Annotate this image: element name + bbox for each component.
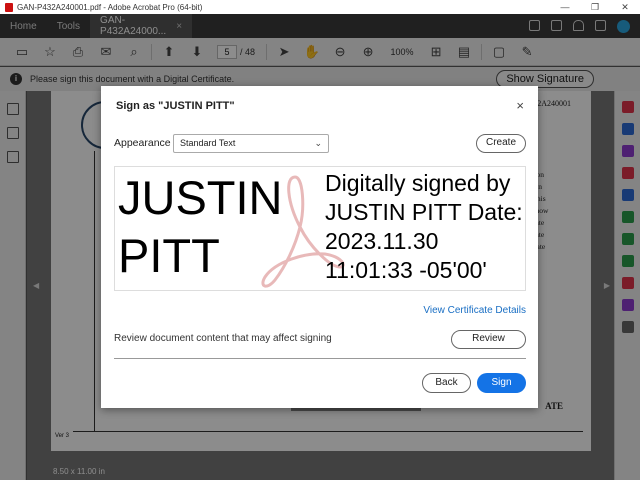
chevron-down-icon: ⌄ bbox=[314, 138, 322, 148]
signature-preview: JUSTIN PITT Digitally signed by JUSTIN P… bbox=[114, 166, 526, 291]
title-bar: GAN-P432A240001.pdf - Adobe Acrobat Pro … bbox=[0, 0, 640, 14]
appearance-label: Appearance bbox=[114, 137, 171, 149]
sign-button[interactable]: Sign bbox=[477, 373, 526, 393]
review-button[interactable]: Review bbox=[451, 330, 526, 349]
close-dialog-icon[interactable]: × bbox=[516, 98, 524, 113]
maximize-button[interactable]: ❐ bbox=[580, 2, 610, 13]
appearance-select[interactable]: Standard Text ⌄ bbox=[173, 134, 329, 153]
minimize-button[interactable]: — bbox=[550, 2, 580, 13]
close-window-button[interactable]: ✕ bbox=[610, 2, 640, 13]
create-button[interactable]: Create bbox=[476, 134, 526, 153]
dialog-title: Sign as "JUSTIN PITT" bbox=[116, 100, 235, 112]
window-controls: — ❐ ✕ bbox=[550, 2, 640, 13]
review-description: Review document content that may affect … bbox=[114, 333, 332, 344]
signature-name: JUSTIN PITT bbox=[118, 171, 283, 282]
dialog-divider bbox=[114, 358, 526, 359]
acrobat-pdf-icon bbox=[5, 2, 13, 12]
sign-dialog: Sign as "JUSTIN PITT" × Appearance Stand… bbox=[101, 86, 538, 408]
appearance-value: Standard Text bbox=[180, 138, 236, 148]
view-certificate-link[interactable]: View Certificate Details bbox=[423, 305, 526, 316]
signature-details: Digitally signed by JUSTIN PITT Date: 20… bbox=[325, 170, 523, 283]
window-title: GAN-P432A240001.pdf - Adobe Acrobat Pro … bbox=[17, 2, 203, 12]
back-button[interactable]: Back bbox=[422, 373, 471, 393]
